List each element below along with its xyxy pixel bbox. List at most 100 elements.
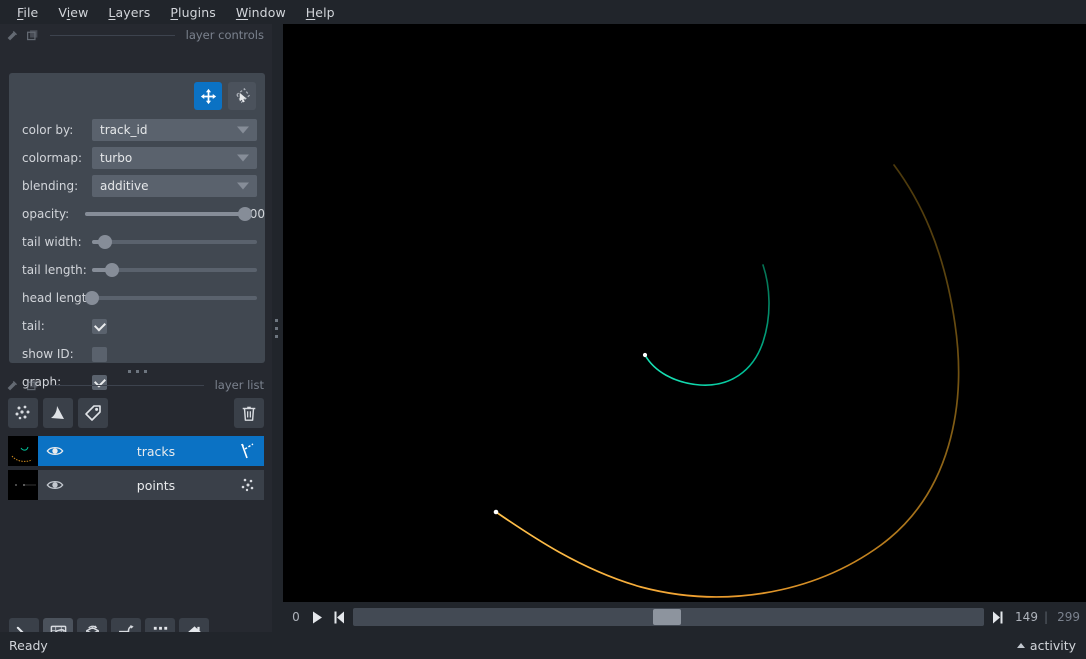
dims-slider-handle[interactable] [653,609,682,625]
new-points-button[interactable] [8,398,38,428]
pan-zoom-icon [200,88,216,104]
tail-row: tail: [9,315,265,337]
menu-file[interactable]: File [8,2,47,23]
blending-dropdown[interactable]: additive [92,175,257,197]
tail-label: tail: [22,319,45,333]
points-layer-type-icon [241,478,254,492]
new-labels-button[interactable] [78,398,108,428]
tail-width-slider-knob[interactable] [98,235,113,249]
delete-layer-button[interactable] [234,398,264,428]
dims-axis-label: 0 [292,610,300,624]
layer-row-body-points[interactable]: points [38,470,264,500]
step-back-icon [334,611,344,623]
activity-toggle[interactable]: activity [1016,638,1076,653]
mode-button-row [194,82,256,110]
layer-row-body-tracks[interactable]: tracks [38,436,264,466]
layer-name-points: points [136,477,176,493]
chevron-up-icon [1016,643,1025,648]
trash-icon [242,406,256,421]
layer-thumbnail-tracks [8,436,38,466]
blending-label: blending: [22,179,79,193]
opacity-slider[interactable] [85,203,253,225]
eye-visibility-icon[interactable] [46,442,64,460]
chevron-down-icon [237,182,249,190]
menu-file-label: ile [23,4,39,20]
tracks-layer-type-icon [241,443,254,459]
dims-slider-row: 0 149 | 299 [283,604,1086,630]
float-icon[interactable] [6,29,19,42]
blending-row: blending: additive [9,175,265,197]
dims-maximum-value: 299 [1057,610,1080,624]
tail-checkbox[interactable] [92,318,107,334]
show-id-checkbox[interactable] [92,346,107,362]
popout-icon[interactable] [26,29,39,42]
popout-icon[interactable] [26,379,39,392]
opacity-slider-fill [85,212,246,216]
opacity-slider-knob[interactable] [238,207,253,221]
dims-current-value: 149 [1015,610,1038,624]
play-button[interactable] [309,608,325,626]
menu-view[interactable]: View [49,2,97,23]
float-icon[interactable] [6,379,19,392]
menu-window[interactable]: Window [227,2,295,23]
layer-row-tracks[interactable]: tracks [8,436,264,466]
color-by-value: track_id [100,123,148,137]
vertical-splitter-handle[interactable] [271,310,281,346]
viewer-canvas[interactable] [283,24,1086,602]
menu-layers[interactable]: Layers [99,2,159,23]
colormap-dropdown[interactable]: turbo [92,147,257,169]
colormap-row: colormap: turbo [9,147,265,169]
left-dock: layer controls color by: track_id colorm… [0,24,272,648]
dims-slider-track[interactable] [353,608,984,626]
menu-plugins[interactable]: Plugins [161,2,224,23]
menu-help[interactable]: Help [297,2,344,23]
tail-width-label: tail width: [22,235,82,249]
status-bar: Ready activity [0,632,1086,659]
layer-controls-titlebar: layer controls [0,24,272,46]
color-by-dropdown[interactable]: track_id [92,119,257,141]
head-length-label: head length: [22,291,99,305]
tail-length-slider-knob[interactable] [104,263,119,277]
labels-icon [85,405,101,421]
shapes-icon [51,406,64,419]
tail-width-row: tail width: [9,231,265,253]
canvas-scene [283,24,1086,602]
pan-zoom-mode-button[interactable] [194,82,222,110]
new-shapes-button[interactable] [43,398,73,428]
colormap-value: turbo [100,151,133,165]
step-forward-icon [993,611,1003,623]
chevron-down-icon [237,126,249,134]
step-to-start-button[interactable] [331,608,347,626]
tail-length-slider[interactable] [92,259,257,281]
layer-list-button-row [8,398,264,428]
thumbnail-tracks-preview [8,436,38,466]
head-length-slider-track [92,296,257,300]
eye-visibility-icon[interactable] [46,476,64,494]
menu-bar: File View Layers Plugins Window Help [0,0,1086,24]
transform-icon [235,87,250,103]
opacity-label: opacity: [22,207,70,221]
track-head-teal [642,352,648,358]
step-to-end-button[interactable] [990,608,1006,626]
layer-list-titlebar: layer list [0,374,272,396]
titlebar-rule [50,34,175,36]
layer-controls-panel: color by: track_id colormap: turbo blend… [9,73,265,390]
colormap-label: colormap: [22,151,83,165]
head-length-slider-knob[interactable] [85,291,99,305]
status-text: Ready [9,638,48,653]
opacity-row: opacity: 1,00 [9,203,265,225]
layer-name-tracks: tracks [136,443,176,459]
show-id-row: show ID: [9,343,265,365]
transform-mode-button[interactable] [228,82,256,110]
layer-row-points[interactable]: points [8,470,264,500]
tail-length-row: tail length: [9,259,265,281]
head-length-slider[interactable] [85,287,257,309]
titlebar-rule [50,384,204,386]
layer-list-title: layer list [214,378,264,392]
tail-width-slider[interactable] [92,231,257,253]
thumbnail-points-preview [8,470,38,500]
blending-value: additive [100,179,149,193]
show-id-label: show ID: [22,347,74,361]
layer-thumbnail-points [8,470,38,500]
points-icon [15,405,30,420]
